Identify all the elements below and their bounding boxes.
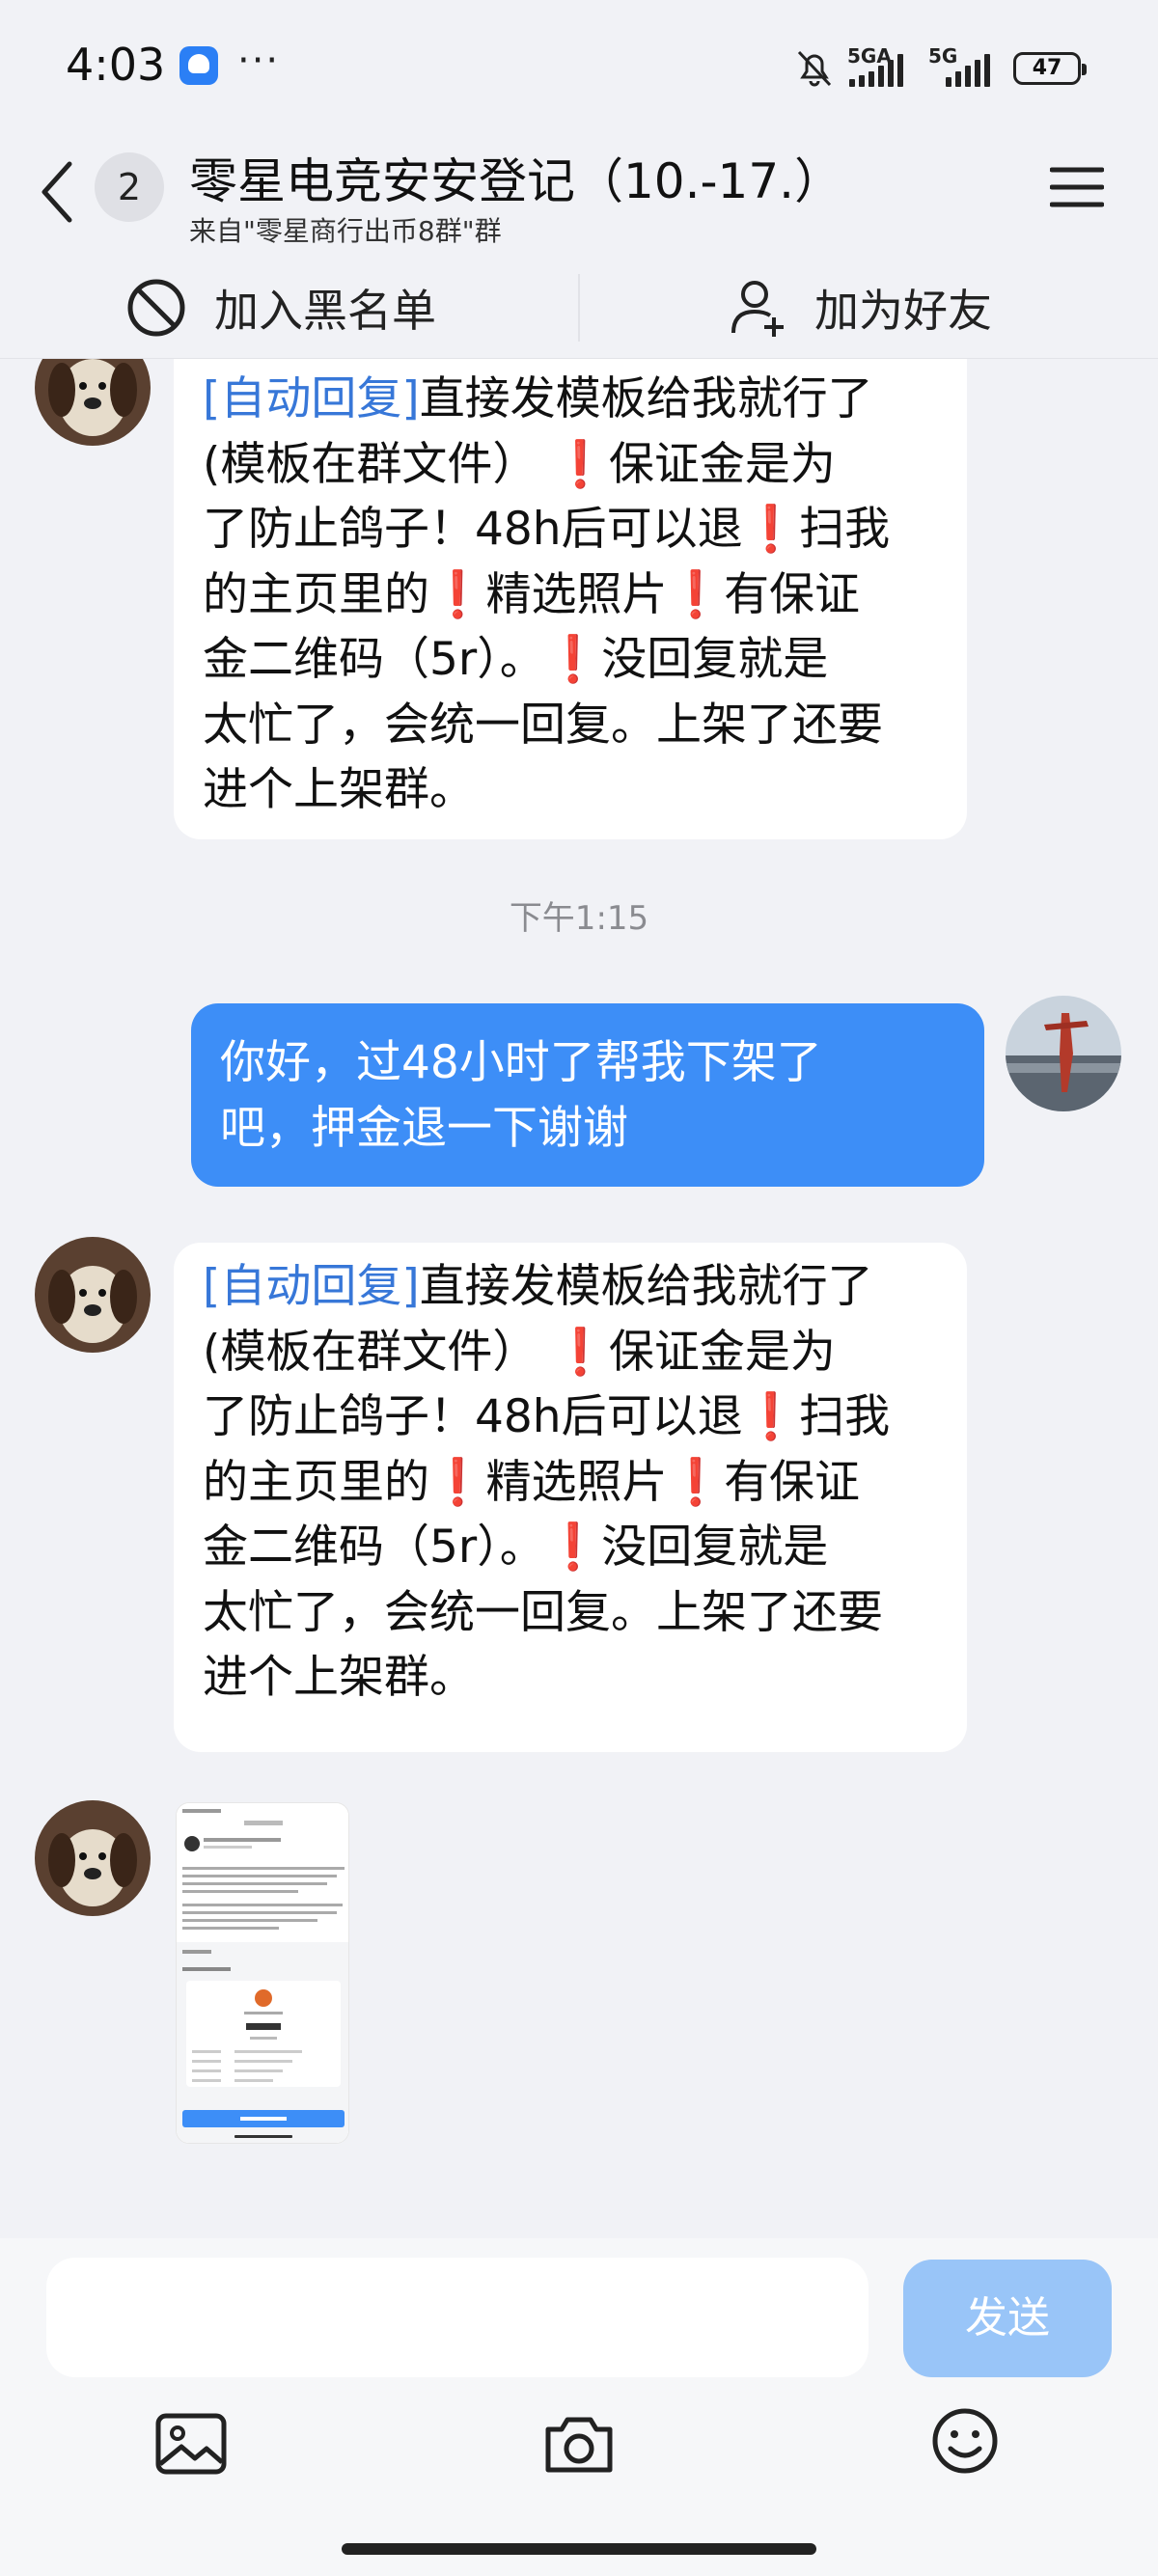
home-indicator[interactable]: [342, 2543, 816, 2555]
auto-reply-tag[interactable]: [自动回复]: [203, 1260, 420, 1313]
message-text: 了防止鸽子！48h后可以退: [203, 503, 743, 556]
exclamation-icon: ❗: [667, 567, 725, 621]
my-avatar[interactable]: [1006, 996, 1121, 1111]
block-icon: [127, 279, 185, 337]
chat-title: 零星电竞安安登记（10.-17.）: [189, 153, 843, 209]
sender-avatar[interactable]: [35, 359, 151, 446]
message-bubble-auto-reply[interactable]: [自动回复]直接发模板给我就行了 (模板在群文件） ❗保证金是为 了防止鸽子！4…: [174, 359, 967, 839]
message-text: 保证金是为: [608, 1325, 836, 1379]
block-button-label: 加入黑名单: [214, 285, 436, 337]
message-text: 精选照片: [485, 1455, 668, 1509]
dog-plush-avatar-icon: [35, 359, 151, 446]
sculpture-avatar-icon: [1006, 996, 1121, 1111]
status-bar: 4:03 ··· 5GA 5G 47: [0, 0, 1158, 135]
message-text: 了防止鸽子！48h后可以退: [203, 1390, 743, 1443]
status-time: 4:03: [66, 39, 166, 91]
exclamation-icon: ❗: [429, 567, 486, 621]
exclamation-icon: ❗: [552, 1325, 609, 1379]
camera-icon[interactable]: [542, 2412, 616, 2476]
bell-off-icon: [797, 50, 832, 87]
message-list[interactable]: [自动回复]直接发模板给我就行了 (模板在群文件） ❗保证金是为 了防止鸽子！4…: [0, 359, 1158, 2238]
message-text: 精选照片: [485, 567, 668, 621]
message-text: 没回复就是: [601, 633, 829, 686]
message-text: 太忙了，会统一回复。上架了还要: [203, 698, 883, 752]
hamburger-menu-icon[interactable]: [1050, 164, 1104, 210]
dog-plush-avatar-icon: [35, 1800, 151, 1916]
message-text: 直接发模板给我就行了: [419, 1260, 873, 1313]
add-friend-button-label: 加为好友: [814, 285, 992, 337]
message-timestamp: 下午1:15: [509, 899, 649, 938]
message-text: 扫我: [799, 1390, 891, 1443]
exclamation-icon: ❗: [552, 437, 609, 491]
exclamation-icon: ❗: [742, 503, 800, 556]
composer: 发送: [0, 2238, 1158, 2576]
action-bar: 加入黑名单 加为好友: [0, 257, 1158, 359]
exclamation-icon: ❗: [742, 1390, 800, 1443]
add-user-icon: [731, 281, 784, 337]
chevron-left-icon[interactable]: [39, 158, 77, 226]
dog-plush-avatar-icon: [35, 1237, 151, 1353]
image-icon[interactable]: [154, 2412, 228, 2476]
auto-reply-tag[interactable]: [自动回复]: [203, 372, 420, 425]
message-text: (模板在群文件）: [203, 437, 538, 491]
more-notifications-icon: ···: [237, 39, 281, 83]
message-text: 进个上架群。: [203, 763, 475, 816]
message-text: 的主页里的: [203, 1455, 429, 1509]
message-text: 有保证: [724, 1455, 861, 1509]
message-text: 金二维码（5r）。: [203, 633, 545, 686]
message-text: 金二维码（5r）。: [203, 1521, 545, 1574]
message-bubble-auto-reply[interactable]: [自动回复]直接发模板给我就行了 (模板在群文件） ❗保证金是为 了防止鸽子！4…: [174, 1243, 967, 1752]
exclamation-icon: ❗: [544, 1521, 602, 1574]
sender-avatar[interactable]: [35, 1237, 151, 1353]
battery-icon: 47: [1013, 52, 1087, 85]
message-text: 保证金是为: [608, 437, 836, 491]
message-text: 的主页里的: [203, 567, 429, 621]
message-input[interactable]: [46, 2258, 868, 2377]
qq-app-icon: [179, 46, 218, 85]
exclamation-icon: ❗: [667, 1455, 725, 1509]
message-text: 太忙了，会统一回复。上架了还要: [203, 1585, 883, 1639]
emoji-icon[interactable]: [930, 2406, 1000, 2476]
sim1-signal-icon: [849, 50, 903, 87]
message-bubble-outgoing[interactable]: 你好，过48小时了帮我下架了 吧，押金退一下谢谢: [191, 1003, 984, 1187]
message-text: 直接发模板给我就行了: [419, 372, 873, 425]
message-text: 进个上架群。: [203, 1651, 475, 1704]
screenshot-image: [177, 1803, 348, 2143]
unread-count-badge[interactable]: 2: [95, 152, 164, 222]
divider: [578, 274, 580, 342]
send-button[interactable]: 发送: [903, 2260, 1112, 2377]
chat-header: 2 零星电竞安安登记（10.-17.） 来自"零星商行出币8群"群: [0, 135, 1158, 257]
message-text: 没回复就是: [601, 1521, 829, 1574]
chat-subtitle: 来自"零星商行出币8群"群: [189, 215, 502, 247]
block-button[interactable]: 加入黑名单: [125, 257, 436, 359]
message-text: (模板在群文件）: [203, 1325, 538, 1379]
message-text: 你好，过48小时了帮我下架了: [220, 1036, 822, 1089]
image-message-thumbnail[interactable]: [176, 1802, 349, 2144]
message-text: 吧，押金退一下谢谢: [220, 1101, 628, 1155]
message-text: 扫我: [799, 503, 891, 556]
exclamation-icon: ❗: [544, 633, 602, 686]
add-friend-button[interactable]: 加为好友: [730, 257, 992, 359]
sim2-signal-icon: [946, 50, 990, 87]
message-text: 有保证: [724, 567, 861, 621]
sender-avatar[interactable]: [35, 1800, 151, 1916]
exclamation-icon: ❗: [429, 1455, 486, 1509]
